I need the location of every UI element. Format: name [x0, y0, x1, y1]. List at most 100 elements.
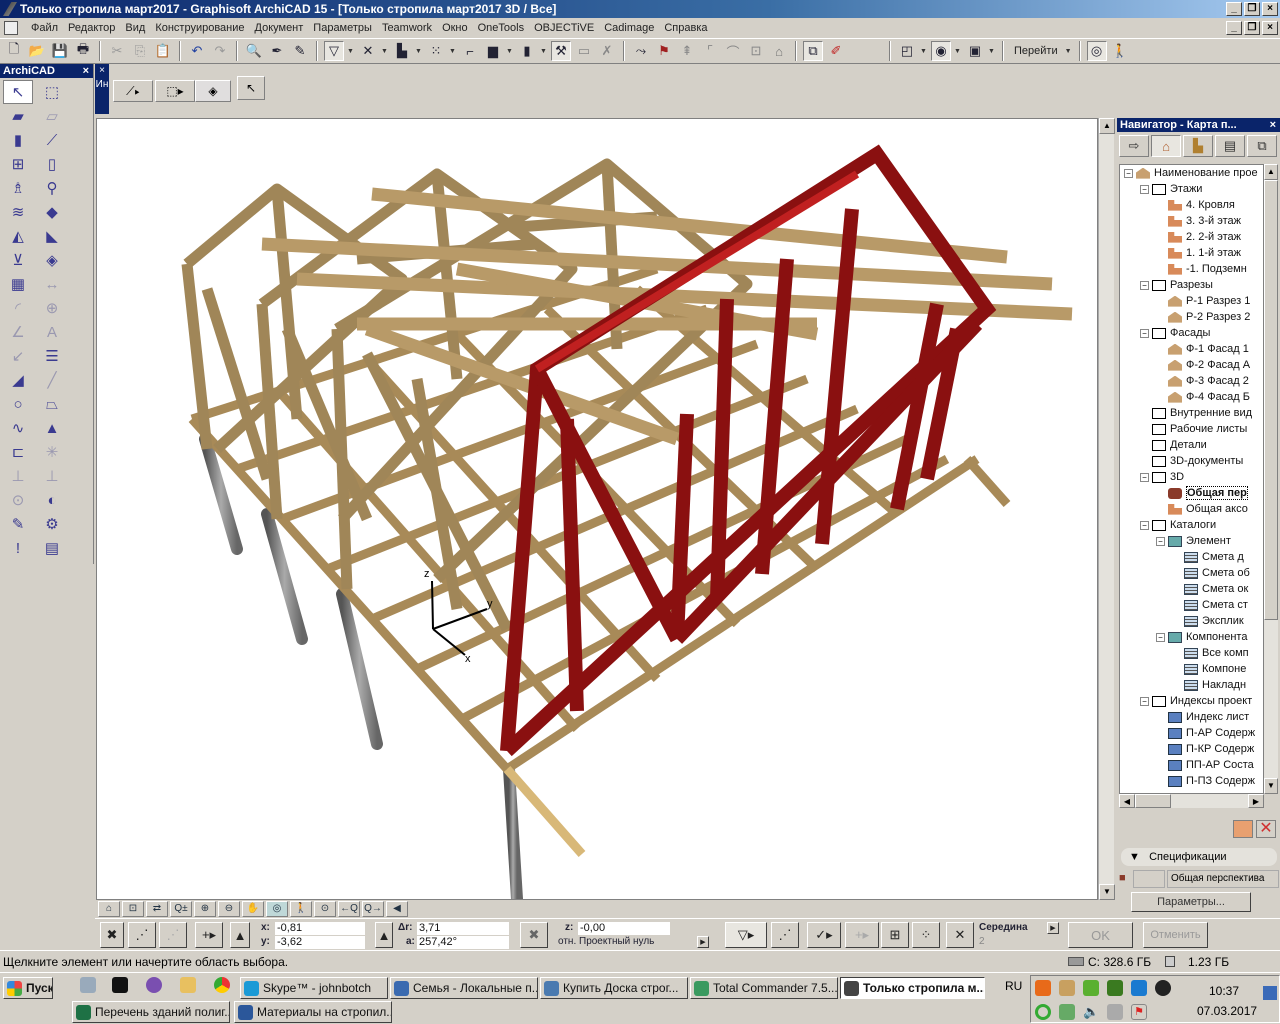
navigator-close-icon[interactable]: × — [1270, 118, 1276, 132]
parameters-button[interactable]: Параметры... — [1131, 892, 1251, 912]
menu-item-5[interactable]: Параметры — [308, 22, 377, 34]
clock-date[interactable]: 07.03.2017 — [1197, 1004, 1257, 1018]
navigator-preview-icon[interactable]: ⌂ — [98, 900, 120, 917]
action-center-icon[interactable]: ⚑ — [1131, 1004, 1147, 1020]
pen-sets-icon[interactable]: ✐ — [826, 41, 846, 61]
scroll-thumb[interactable] — [1135, 794, 1171, 808]
spline-tool-icon[interactable]: ∿ — [3, 416, 33, 440]
tree-item[interactable]: − Компонента — [1120, 629, 1263, 645]
next-zoom-icon[interactable]: Q→ — [362, 900, 384, 917]
tree-item[interactable]: Детали — [1120, 437, 1263, 453]
angle-dimension-tool-icon[interactable]: ∠ — [3, 320, 33, 344]
copy-icon[interactable]: ⎘ — [130, 41, 150, 61]
arrow-select-button[interactable]: ↖ — [237, 76, 265, 100]
nvidia-icon[interactable] — [1107, 980, 1123, 996]
menu-item-0[interactable]: Файл — [26, 22, 63, 34]
tree-horizontal-scrollbar[interactable]: ◀ ▶ — [1119, 794, 1264, 808]
marquee-tool-icon[interactable]: ⬚ — [37, 80, 67, 104]
tree-item[interactable]: Р-2 Разрез 2 — [1120, 309, 1263, 325]
drag-icon[interactable]: ⚑ — [654, 41, 674, 61]
find-select-icon[interactable]: 🔍 — [244, 41, 264, 61]
stair-tool-icon[interactable]: ≋ — [3, 200, 33, 224]
scroll-right-icon[interactable]: ▶ — [1248, 794, 1264, 808]
sync-icon[interactable] — [1035, 1004, 1051, 1020]
house-icon[interactable]: ⌂ — [769, 41, 789, 61]
scroll-left-icon[interactable]: ◀ — [386, 900, 408, 917]
section-marker-tool-icon[interactable]: ☰ — [37, 344, 67, 368]
tree-item[interactable]: Ф-1 Фасад 1 — [1120, 341, 1263, 357]
label-tool-icon[interactable]: ↙ — [3, 344, 33, 368]
collapse-icon[interactable]: − — [1140, 520, 1149, 530]
tree-item[interactable]: Общая пер — [1120, 485, 1263, 501]
grid-snap-button[interactable]: ⊞ — [881, 922, 909, 948]
curve-icon[interactable]: ⌒ — [723, 41, 743, 61]
info-box-tab[interactable]: × Ин — [95, 64, 109, 114]
collapse-icon[interactable]: − — [1140, 696, 1149, 706]
circle-tool-icon[interactable]: ○ — [3, 392, 33, 416]
3d-viewport[interactable]: z y x — [96, 118, 1098, 900]
pan-icon[interactable]: ✋ — [242, 900, 264, 917]
group-icon[interactable]: ⊡ — [746, 41, 766, 61]
viber-icon[interactable] — [146, 977, 162, 993]
menu-item-10[interactable]: Cadimage — [599, 22, 659, 34]
radial-dimension-tool-icon[interactable]: ◜ — [3, 296, 33, 320]
tree-item[interactable]: − Индексы проект — [1120, 693, 1263, 709]
marquee-shape-button[interactable]: ⬚▸ — [155, 80, 195, 102]
chevron-down-icon[interactable]: ▼ — [415, 48, 423, 55]
vertical-scrollbar[interactable]: ▲ ▼ — [1098, 118, 1115, 900]
view-id-field[interactable] — [1133, 870, 1165, 888]
volume-icon[interactable]: 🔈 — [1083, 1004, 1099, 1020]
line-tool-icon[interactable]: ╱ — [37, 368, 67, 392]
syringe-icon[interactable]: ✎ — [290, 41, 310, 61]
start-button[interactable]: Пуск — [3, 977, 53, 999]
orbit-icon[interactable]: ◎ — [266, 900, 288, 917]
reference-dropdown[interactable]: ▶ — [697, 936, 709, 948]
paste-icon[interactable]: 📋 — [153, 41, 173, 61]
figure-tool-icon[interactable]: ▲ — [37, 416, 67, 440]
corner-icon[interactable]: ⌜ — [700, 41, 720, 61]
element-height-icon[interactable]: ▮ — [517, 41, 537, 61]
new-file-icon[interactable]: 🗋 — [4, 41, 24, 61]
curtain-wall-tool-icon[interactable]: ▱ — [37, 104, 67, 128]
security-icon[interactable] — [1083, 980, 1099, 996]
chevron-down-icon[interactable]: ▼ — [540, 48, 548, 55]
collapse-icon[interactable]: − — [1140, 328, 1149, 338]
object-tool-icon[interactable]: ♗ — [3, 176, 33, 200]
door-tool-icon[interactable]: ▯ — [37, 152, 67, 176]
relative-coords-toggle[interactable]: ▲ — [230, 922, 250, 948]
show-desktop-button[interactable] — [1263, 986, 1277, 1000]
tree-item[interactable]: 1. 1-й этаж — [1120, 245, 1263, 261]
tree-item[interactable]: − Фасады — [1120, 325, 1263, 341]
tree-item[interactable]: Внутренние вид — [1120, 405, 1263, 421]
tree-item[interactable]: Общая аксо — [1120, 501, 1263, 517]
drawing-tool-icon[interactable]: ▤ — [37, 536, 67, 560]
menu-item-7[interactable]: Окно — [437, 22, 473, 34]
cut-icon[interactable]: ✂ — [107, 41, 127, 61]
elevation-icon[interactable]: ▙ — [392, 41, 412, 61]
magic-select-icon[interactable]: ▽ — [324, 41, 344, 61]
walk-icon[interactable]: 🚶 — [290, 900, 312, 917]
grid-tool-icon[interactable]: ▦ — [3, 272, 33, 296]
app-tray-icon[interactable] — [1155, 980, 1171, 996]
redo-icon[interactable]: ↷ — [210, 41, 230, 61]
tree-item[interactable]: Ф-4 Фасад Б — [1120, 389, 1263, 405]
scroll-down-icon[interactable]: ▼ — [1264, 778, 1278, 794]
taskbar-button[interactable]: Перечень зданий полиг... — [72, 1001, 230, 1023]
detail-tool-icon[interactable]: ⊙ — [3, 488, 33, 512]
menu-item-6[interactable]: Teamwork — [377, 22, 437, 34]
zoom-pm-icon[interactable]: Q± — [170, 900, 192, 917]
camera-tool-icon[interactable]: ⚙ — [37, 512, 67, 536]
x-coordinate-field[interactable]: -0,81 — [275, 922, 365, 935]
outlook-icon[interactable] — [180, 977, 196, 993]
gravity-line-button[interactable]: ⋰ — [771, 922, 799, 948]
collapse-icon[interactable]: − — [1156, 632, 1165, 642]
tree-item[interactable]: 3. 3-й этаж — [1120, 213, 1263, 229]
fill-tool-icon[interactable]: ◢ — [3, 368, 33, 392]
coordinate-grid-icon[interactable]: ▭ — [574, 41, 594, 61]
hotspot-tool-icon[interactable]: ✳ — [37, 440, 67, 464]
tree-item[interactable]: 3D-документы — [1120, 453, 1263, 469]
java-icon[interactable] — [1035, 980, 1051, 996]
hand-icon[interactable] — [1059, 980, 1075, 996]
zone-tool-icon[interactable]: ◈ — [37, 248, 67, 272]
collapse-icon[interactable]: − — [1140, 280, 1149, 290]
